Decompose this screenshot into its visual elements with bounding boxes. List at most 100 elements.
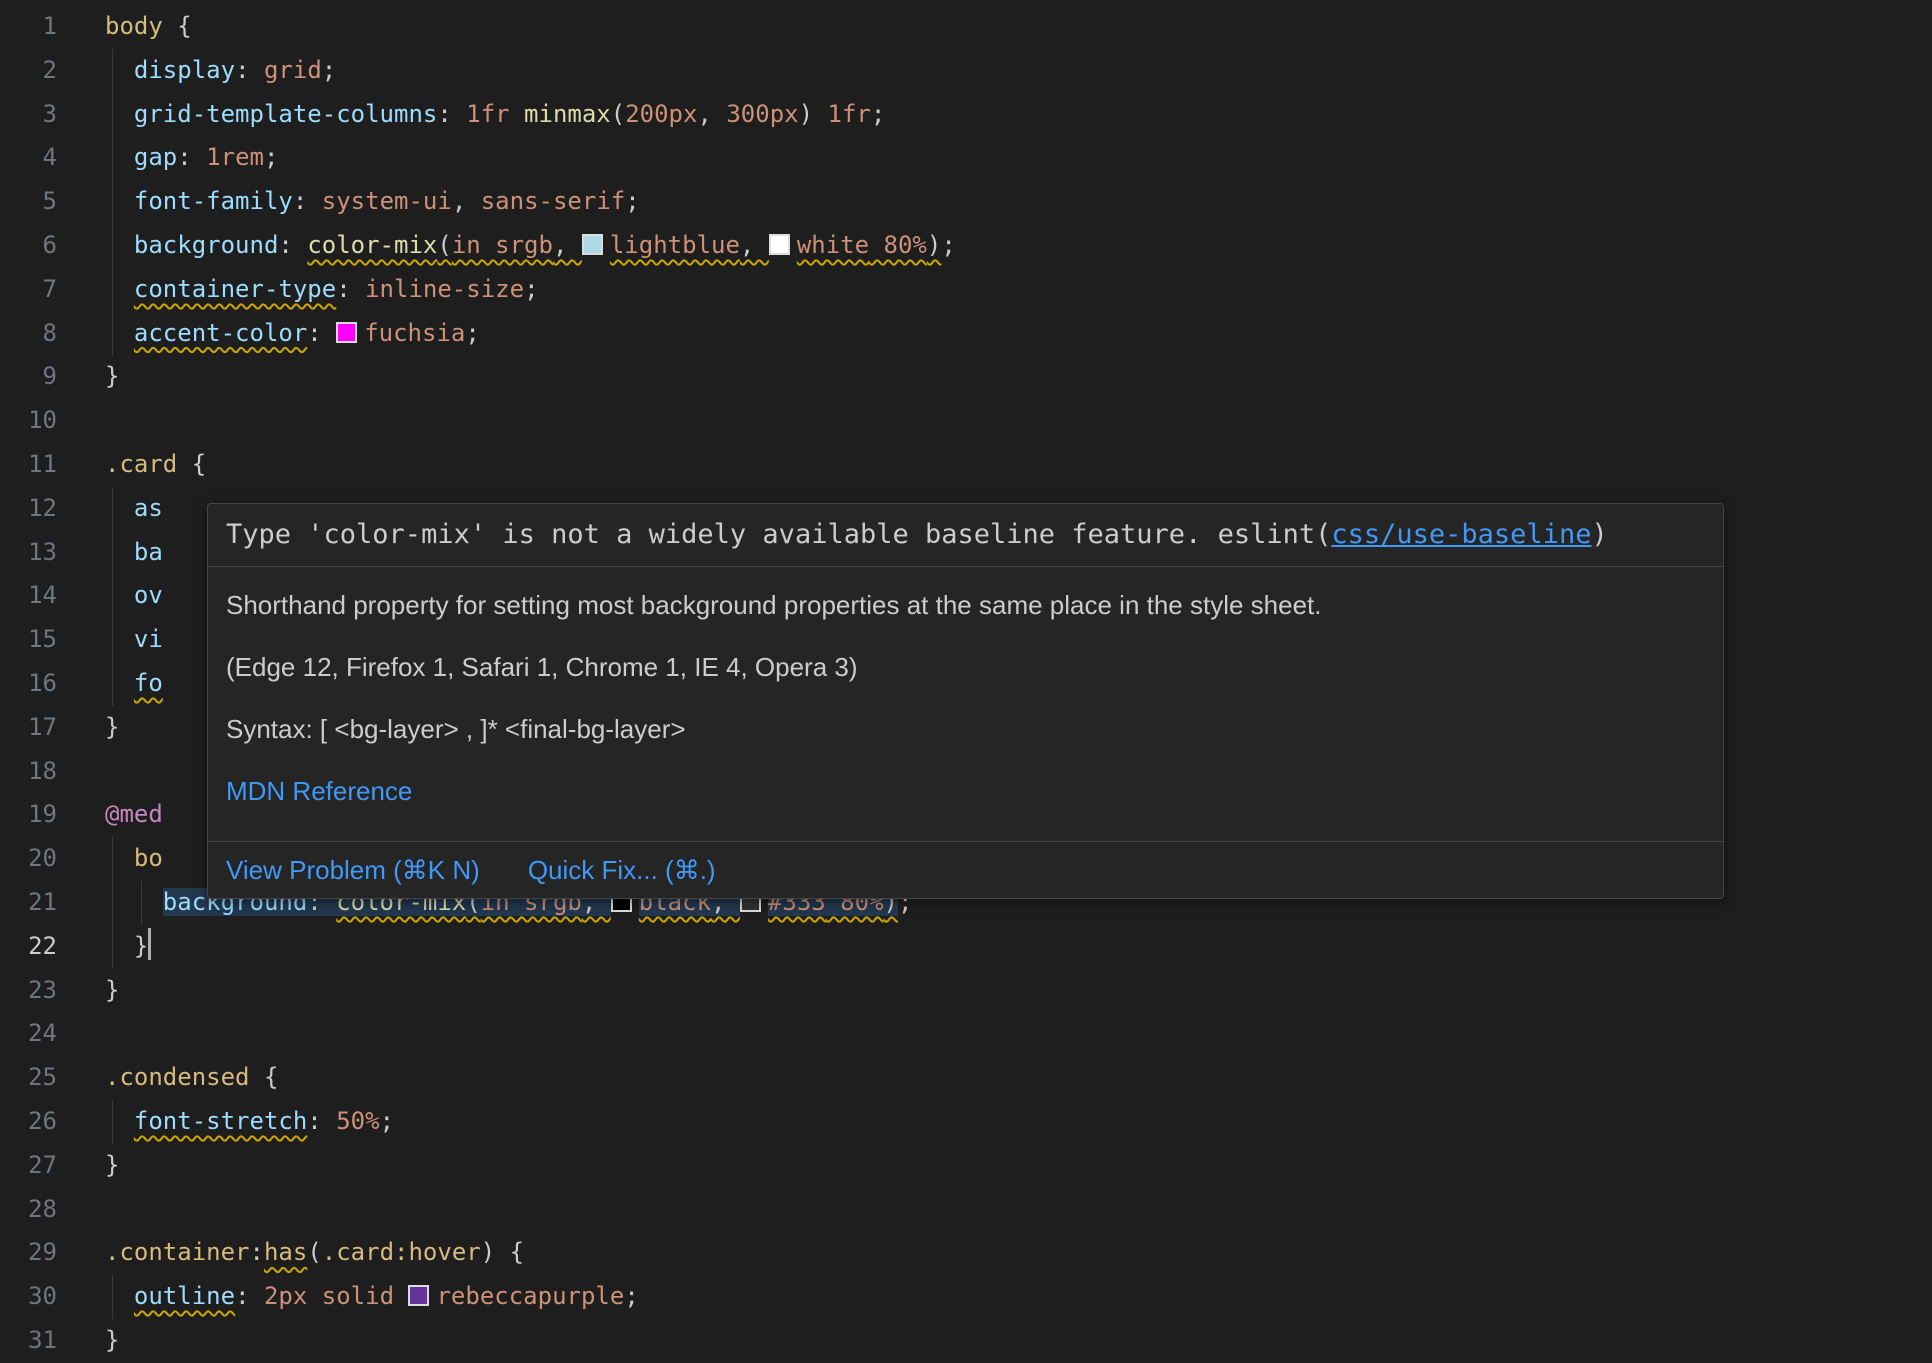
line-number[interactable]: 18 — [0, 750, 57, 794]
token: background — [134, 231, 279, 259]
line-number[interactable]: 24 — [0, 1012, 57, 1056]
token: } — [105, 1326, 119, 1354]
token — [105, 231, 134, 259]
code-line-31[interactable]: 31} — [0, 1319, 1932, 1363]
code-line-27[interactable]: 27} — [0, 1144, 1932, 1188]
token: 1fr — [466, 100, 524, 128]
code-line-7[interactable]: 7 container-type: inline-size; — [0, 268, 1932, 312]
line-number[interactable]: 26 — [0, 1100, 57, 1144]
code-line-23[interactable]: 23} — [0, 969, 1932, 1013]
token — [105, 56, 134, 84]
line-number[interactable]: 20 — [0, 837, 57, 881]
code-line-25[interactable]: 25.condensed { — [0, 1056, 1932, 1100]
line-number[interactable]: 12 — [0, 487, 57, 531]
line-number[interactable]: 31 — [0, 1319, 57, 1363]
token: ; — [524, 275, 538, 303]
line-number[interactable]: 29 — [0, 1231, 57, 1275]
token: , — [740, 231, 769, 259]
code-line-8[interactable]: 8 accent-color: fuchsia; — [0, 312, 1932, 356]
token: container-type — [134, 275, 336, 303]
code-text: font-stretch: 50%; — [105, 1100, 394, 1144]
token — [105, 1282, 134, 1310]
code-line-4[interactable]: 4 gap: 1rem; — [0, 136, 1932, 180]
hover-doc-section: Shorthand property for setting most back… — [208, 567, 1723, 841]
code-line-29[interactable]: 29.container:has(.card:hover) { — [0, 1231, 1932, 1275]
token: : — [177, 143, 206, 171]
token: outline — [134, 1282, 235, 1310]
code-line-3[interactable]: 3 grid-template-columns: 1fr minmax(200p… — [0, 93, 1932, 137]
token: ; — [380, 1107, 394, 1135]
code-line-10[interactable]: 10 — [0, 399, 1932, 443]
line-number[interactable]: 1 — [0, 5, 57, 49]
quick-fix-button[interactable]: Quick Fix... (⌘.) — [528, 852, 716, 888]
line-number[interactable]: 15 — [0, 618, 57, 662]
token: : — [293, 187, 322, 215]
line-number[interactable]: 10 — [0, 399, 57, 443]
line-number[interactable]: 5 — [0, 180, 57, 224]
code-line-1[interactable]: 1body { — [0, 5, 1932, 49]
mdn-reference-link[interactable]: MDN Reference — [226, 776, 412, 806]
line-number[interactable]: 17 — [0, 706, 57, 750]
code-line-22[interactable]: 22 } — [0, 925, 1932, 969]
code-text: @med — [105, 793, 163, 837]
token: sans-serif — [481, 187, 626, 215]
token: ( — [437, 231, 451, 259]
token: bo — [134, 844, 163, 872]
color-swatch[interactable] — [336, 322, 357, 343]
token: : — [235, 1282, 264, 1310]
code-editor[interactable]: 1body {2 display: grid;3 grid-template-c… — [0, 0, 1932, 1358]
code-line-30[interactable]: 30 outline: 2px solid rebeccapurple; — [0, 1275, 1932, 1319]
token — [105, 275, 134, 303]
code-line-26[interactable]: 26 font-stretch: 50%; — [0, 1100, 1932, 1144]
line-number[interactable]: 11 — [0, 443, 57, 487]
line-number[interactable]: 3 — [0, 93, 57, 137]
line-number[interactable]: 28 — [0, 1188, 57, 1232]
line-number[interactable]: 4 — [0, 136, 57, 180]
line-number[interactable]: 16 — [0, 662, 57, 706]
line-number[interactable]: 19 — [0, 793, 57, 837]
token — [105, 494, 134, 522]
line-number[interactable]: 23 — [0, 969, 57, 1013]
line-number[interactable]: 14 — [0, 574, 57, 618]
code-line-28[interactable]: 28 — [0, 1188, 1932, 1232]
diagnostic-text: Type 'color-mix' is not a widely availab… — [226, 519, 1331, 550]
view-problem-button[interactable]: View Problem (⌘K N) — [226, 852, 480, 888]
line-number[interactable]: 7 — [0, 268, 57, 312]
token: gap — [134, 143, 177, 171]
color-swatch[interactable] — [769, 234, 790, 255]
syntax-info: Syntax: [ <bg-layer> , ]* <final-bg-laye… — [226, 711, 1705, 747]
line-number[interactable]: 8 — [0, 312, 57, 356]
line-number[interactable]: 27 — [0, 1144, 57, 1188]
token: .card — [105, 450, 177, 478]
token: inline-size — [365, 275, 524, 303]
line-number[interactable]: 22 — [0, 925, 57, 969]
token: { — [177, 450, 206, 478]
diagnostic-message: Type 'color-mix' is not a widely availab… — [208, 504, 1723, 566]
token — [105, 669, 134, 697]
code-line-11[interactable]: 11 .card { — [0, 443, 1932, 487]
token: : — [250, 1238, 264, 1266]
color-swatch[interactable] — [582, 234, 603, 255]
line-number[interactable]: 2 — [0, 49, 57, 93]
code-line-2[interactable]: 2 display: grid; — [0, 49, 1932, 93]
line-number[interactable]: 30 — [0, 1275, 57, 1319]
token: 1fr — [828, 100, 871, 128]
token: minmax — [524, 100, 611, 128]
code-line-6[interactable]: 6 background: color-mix(in srgb, lightbl… — [0, 224, 1932, 268]
line-number[interactable]: 13 — [0, 531, 57, 575]
token: 80% — [869, 231, 927, 259]
eslint-rule-link[interactable]: css/use-baseline — [1331, 519, 1591, 550]
line-number[interactable]: 21 — [0, 881, 57, 925]
token: grid-template-columns — [134, 100, 437, 128]
code-line-24[interactable]: 24 — [0, 1012, 1932, 1056]
line-number[interactable]: 25 — [0, 1056, 57, 1100]
token — [105, 319, 134, 347]
token: { — [163, 12, 192, 40]
token: } — [105, 713, 119, 741]
code-text: container-type: inline-size; — [105, 268, 539, 312]
line-number[interactable]: 9 — [0, 355, 57, 399]
line-number[interactable]: 6 — [0, 224, 57, 268]
code-line-9[interactable]: 9} — [0, 355, 1932, 399]
color-swatch[interactable] — [408, 1285, 429, 1306]
code-line-5[interactable]: 5 font-family: system-ui, sans-serif; — [0, 180, 1932, 224]
